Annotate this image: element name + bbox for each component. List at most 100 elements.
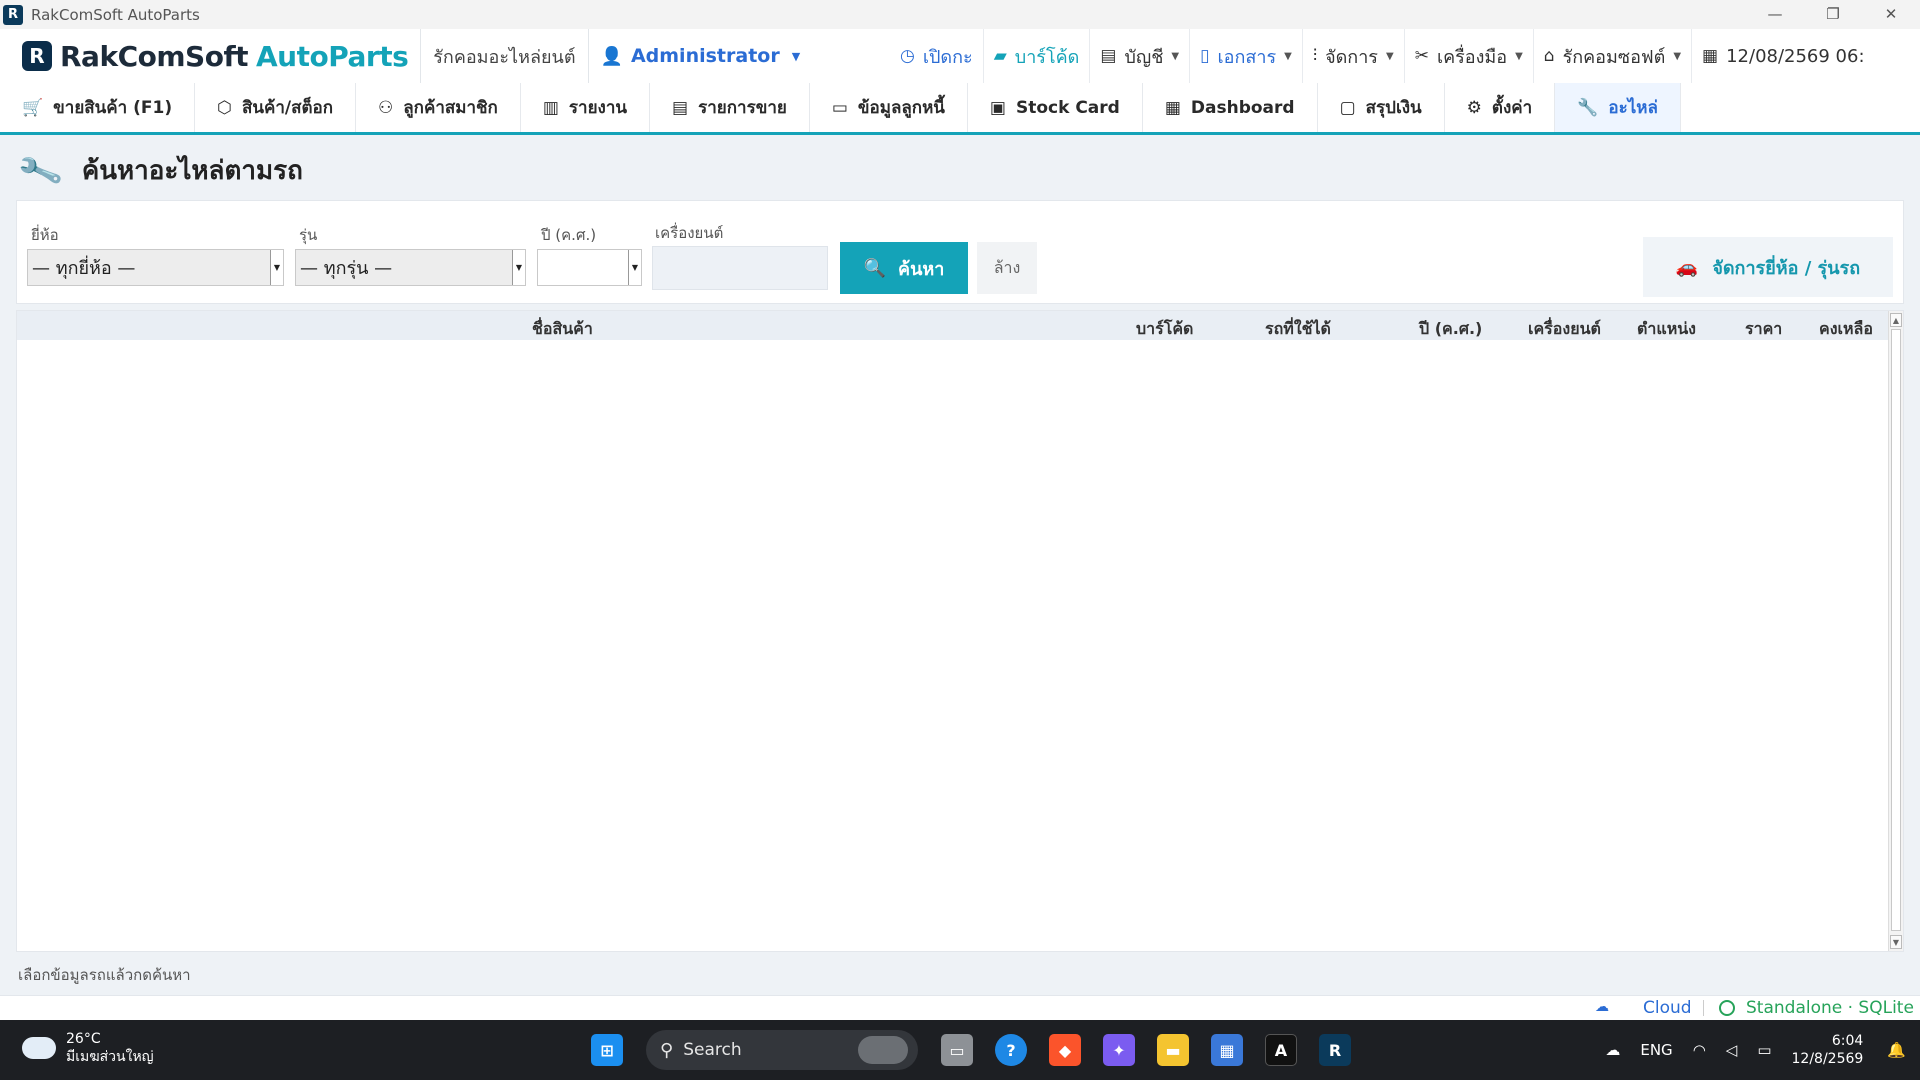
windows-start-icon[interactable]: ⊞ — [591, 1034, 623, 1066]
open-shift-button[interactable]: ◷ เปิดกะ — [890, 29, 983, 83]
system-tray: ☁ ENG ◠ ◁ ▭ 6:04 12/8/2569 🔔 — [1595, 1020, 1920, 1080]
copilot-icon[interactable]: ✦ — [1103, 1034, 1135, 1066]
user-name: Administrator — [630, 45, 780, 67]
engine-label: เครื่องยนต์ — [655, 224, 724, 242]
receipt-icon: ▤ — [672, 97, 689, 118]
model-select[interactable]: — ทุกรุ่น — ▼ — [295, 249, 526, 286]
taskbar-clock[interactable]: 6:04 12/8/2569 — [1792, 1032, 1864, 1068]
clock-icon: ◷ — [900, 46, 915, 66]
cloud-link[interactable]: Cloud — [1643, 998, 1692, 1018]
chevron-down-icon: ▼ — [1385, 50, 1394, 62]
results-table: ชื่อสินค้า บาร์โค้ด รถที่ใช้ได้ ปี (ค.ศ.… — [16, 310, 1904, 952]
home-icon: ⌂ — [1543, 46, 1555, 66]
chevron-down-icon: ▼ — [1515, 50, 1523, 62]
shop-name: รักคอมอะไหล่ยนต์ — [433, 46, 576, 68]
status-bar: ☁ Cloud Standalone · SQLite — [0, 995, 1920, 1020]
users-icon: ⚇ — [378, 97, 394, 118]
tab-cash-summary[interactable]: ▢ สรุปเงิน — [1318, 83, 1445, 132]
task-view-icon[interactable]: ▭ — [941, 1034, 973, 1066]
manage-brands-models-button[interactable]: 🚗 จัดการยี่ห้อ / รุ่นรถ — [1643, 237, 1893, 297]
tab-stock-card[interactable]: ▣ Stock Card — [968, 83, 1143, 132]
volume-icon[interactable]: ◁ — [1726, 1041, 1738, 1059]
year-select[interactable]: ▼ — [537, 249, 642, 286]
calendar-icon: ▦ — [1702, 46, 1719, 66]
clipboard-icon: ▣ — [989, 97, 1006, 118]
file-explorer-icon[interactable]: ▬ — [1157, 1034, 1189, 1066]
manage-menu[interactable]: ⫶ จัดการ ▼ — [1301, 29, 1404, 83]
input-language[interactable]: ENG — [1640, 1041, 1672, 1059]
notifications-icon[interactable]: 🔔 — [1887, 1041, 1906, 1059]
weather-temp: 26°C — [66, 1031, 101, 1047]
main-nav: 🛒 ขายสินค้า (F1) ⬡ สินค้า/สต็อก ⚇ ลูกค้าสมา… — [0, 83, 1920, 135]
column-product-name[interactable]: ชื่อสินค้า — [532, 317, 593, 342]
column-year[interactable]: ปี (ค.ศ.) — [1419, 317, 1482, 342]
column-compatible-vehicles[interactable]: รถที่ใช้ได้ — [1265, 317, 1331, 342]
brand-product: AutoParts — [256, 39, 409, 73]
minimize-icon[interactable]: — — [1746, 0, 1804, 29]
app-a-icon[interactable]: A — [1265, 1034, 1297, 1066]
account-menu[interactable]: ▤ บัญชี ▼ — [1089, 29, 1189, 83]
store-icon[interactable]: ▦ — [1211, 1034, 1243, 1066]
chevron-down-icon: ▼ — [628, 250, 641, 285]
page-title: 🔧 ค้นหาอะไหล่ตามรถ — [14, 145, 303, 196]
tab-settings[interactable]: ⚙ ตั้งค่า — [1445, 83, 1556, 132]
battery-icon[interactable]: ▭ — [1757, 1041, 1771, 1059]
brave-browser-icon[interactable]: ◆ — [1049, 1034, 1081, 1066]
wifi-icon[interactable]: ◠ — [1693, 1041, 1706, 1059]
window-controls: — ❐ ✕ — [1746, 0, 1920, 29]
car-icon: 🚗 — [1675, 256, 1699, 278]
close-icon[interactable]: ✕ — [1862, 0, 1920, 29]
app-logo-icon: R — [3, 4, 23, 25]
standalone-status-icon — [1719, 1000, 1735, 1016]
restore-icon[interactable]: ❐ — [1804, 0, 1862, 29]
wrench-icon: 🔧 — [1577, 97, 1599, 118]
tools-icon: ✂ — [1414, 46, 1429, 66]
brand-label: ยี่ห้อ — [31, 226, 59, 244]
barcode-button[interactable]: ▰ บาร์โค้ด — [982, 29, 1090, 83]
brand: R RakComSoft AutoParts — [0, 29, 409, 83]
scroll-down-icon[interactable]: ▼ — [1890, 935, 1902, 949]
current-date: ▦ 12/08/2569 06: — [1691, 29, 1875, 83]
user-icon: 👤 — [600, 45, 623, 67]
onedrive-icon[interactable]: ☁ — [1605, 1041, 1620, 1059]
column-engine[interactable]: เครื่องยนต์ — [1528, 317, 1601, 342]
taskbar: 26°C มีเมฆส่วนใหญ่ ⊞ ⚲ Search ▭ ? ◆ ✦ ▬ … — [0, 1020, 1920, 1080]
clear-button[interactable]: ล้าง — [977, 242, 1037, 294]
tools-menu[interactable]: ✂ เครื่องมือ ▼ — [1403, 29, 1533, 83]
column-remaining[interactable]: คงเหลือ — [1819, 317, 1873, 342]
column-barcode[interactable]: บาร์โค้ด — [1136, 317, 1193, 342]
search-icon: ⚲ — [660, 1039, 674, 1061]
scroll-up-icon[interactable]: ▲ — [1890, 313, 1902, 327]
tab-parts[interactable]: 🔧 อะไหล่ — [1555, 83, 1681, 132]
brand-select[interactable]: — ทุกยี่ห้อ — ▼ — [27, 249, 284, 286]
tab-reports[interactable]: ▥ รายงาน — [521, 83, 651, 132]
tab-dashboard[interactable]: ▦ Dashboard — [1143, 83, 1318, 132]
weather-widget[interactable]: 26°C มีเมฆส่วนใหญ่ — [22, 1030, 154, 1066]
document-icon: ▯ — [1200, 46, 1210, 66]
rakcomsoft-taskbar-icon[interactable]: R — [1319, 1034, 1351, 1066]
grid-icon: ▦ — [1164, 97, 1181, 118]
wallet-icon: ▢ — [1339, 97, 1356, 118]
header-actions: ◷ เปิดกะ ▰ บาร์โค้ด ▤ บัญชี ▼ ▯ เอกสาร ▼… — [890, 29, 1920, 83]
tab-debtors[interactable]: ▭ ข้อมูลลูกหนี้ — [810, 83, 968, 132]
tab-members[interactable]: ⚇ ลูกค้าสมาชิก — [356, 83, 521, 132]
table-header: ชื่อสินค้า บาร์โค้ด รถที่ใช้ได้ ปี (ค.ศ.… — [17, 311, 1889, 340]
company-menu[interactable]: ⌂ รักคอมซอฟต์ ▼ — [1532, 29, 1691, 83]
user-menu[interactable]: 👤 Administrator ▼ — [601, 45, 801, 67]
taskbar-search[interactable]: ⚲ Search — [646, 1030, 918, 1070]
brand-name: RakComSoft — [60, 39, 249, 73]
chevron-down-icon: ▼ — [791, 49, 801, 63]
column-price[interactable]: ราคา — [1745, 317, 1782, 342]
tab-products-stock[interactable]: ⬡ สินค้า/สต็อก — [195, 83, 357, 132]
sliders-icon: ⫶ — [1312, 46, 1318, 66]
engine-input[interactable] — [652, 246, 828, 290]
scroll-thumb[interactable] — [1891, 329, 1901, 931]
brand-logo-icon: R — [22, 41, 52, 71]
vertical-scrollbar[interactable]: ▲ ▼ — [1888, 311, 1903, 951]
help-icon[interactable]: ? — [995, 1034, 1027, 1066]
search-button[interactable]: 🔍 ค้นหา — [840, 242, 968, 294]
column-location[interactable]: ตำแหน่ง — [1637, 317, 1696, 342]
tab-sales-list[interactable]: ▤ รายการขาย — [650, 83, 810, 132]
documents-menu[interactable]: ▯ เอกสาร ▼ — [1189, 29, 1302, 83]
tab-sales[interactable]: 🛒 ขายสินค้า (F1) — [0, 83, 196, 132]
